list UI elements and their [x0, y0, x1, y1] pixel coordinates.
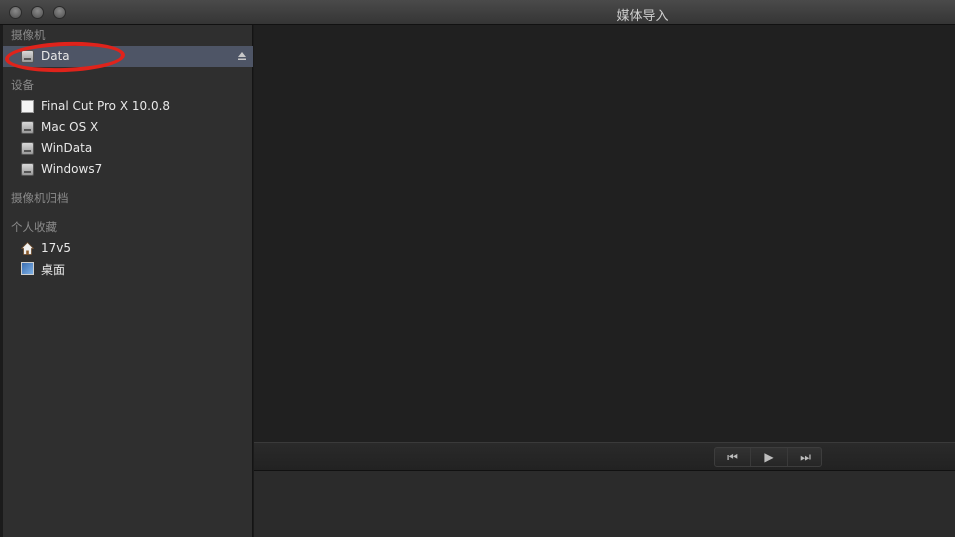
media-viewer[interactable]: [254, 25, 955, 442]
sidebar-item-label: 17v5: [41, 241, 72, 255]
disk-icon: [21, 50, 34, 63]
clip-browser-pane[interactable]: [254, 471, 955, 537]
sidebar-item-desktop[interactable]: 桌面: [3, 258, 253, 279]
sidebar-item-windata[interactable]: WinData: [3, 138, 253, 159]
next-icon: ⏭: [800, 450, 811, 464]
sidebar-item-windows7[interactable]: Windows7: [3, 159, 253, 180]
previous-icon: ⏮: [727, 450, 738, 464]
disk-icon: [21, 121, 34, 134]
sidebar-item-label: Data: [41, 49, 70, 63]
sidebar-item-mac-os-x[interactable]: Mac OS X: [3, 117, 253, 138]
sidebar-item-label: WinData: [41, 141, 93, 155]
disk-icon: [21, 142, 34, 155]
title-bar: 媒体导入: [0, 0, 955, 25]
section-header-camera-archives: 摄像机归档: [11, 191, 69, 205]
desktop-icon: [21, 262, 34, 275]
section-header-favorites: 个人收藏: [11, 220, 57, 234]
sidebar-item-data[interactable]: Data: [3, 46, 253, 67]
play-icon: ▶: [764, 450, 774, 464]
sidebar: 摄像机 Data 设备 Final Cut Pro X 10.0.8 Mac O…: [3, 25, 253, 537]
window-title: 媒体导入: [616, 9, 669, 24]
home-icon: [21, 242, 34, 255]
disk-icon: [21, 163, 34, 176]
previous-button[interactable]: ⏮: [715, 448, 751, 466]
next-button[interactable]: ⏭: [787, 448, 823, 466]
eject-icon[interactable]: [237, 51, 247, 61]
sidebar-item-final-cut-pro[interactable]: Final Cut Pro X 10.0.8: [3, 96, 253, 117]
play-button[interactable]: ▶: [751, 448, 787, 466]
sidebar-item-label: 桌面: [41, 263, 66, 277]
document-icon: [21, 100, 34, 113]
sidebar-item-label: Final Cut Pro X 10.0.8: [41, 99, 171, 113]
transport-controls: ⏮ ▶ ⏭: [714, 447, 822, 467]
section-header-devices: 设备: [11, 78, 34, 92]
sidebar-item-label: Mac OS X: [41, 120, 99, 134]
sidebar-item-label: Windows7: [41, 162, 103, 176]
sidebar-item-home[interactable]: 17v5: [3, 238, 253, 259]
section-header-cameras: 摄像机: [11, 28, 46, 42]
transport-bar: ⏮ ▶ ⏭: [254, 442, 955, 471]
